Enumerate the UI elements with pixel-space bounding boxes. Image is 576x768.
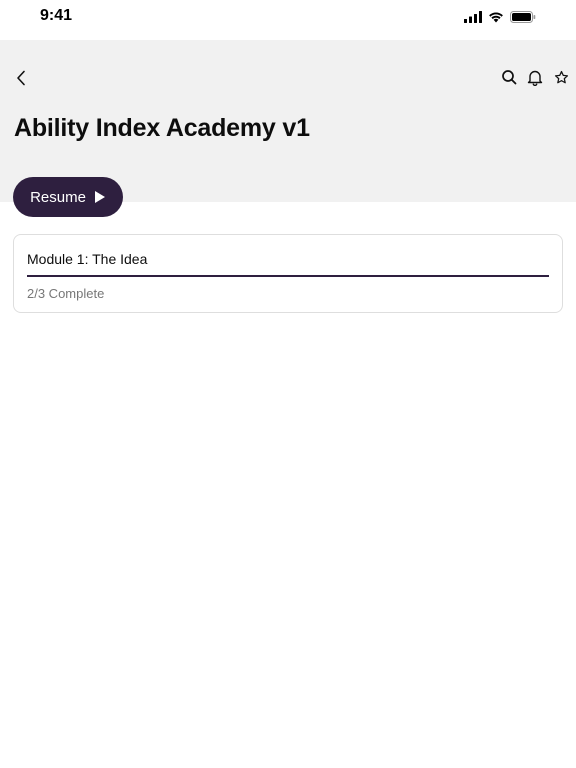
back-button[interactable] (10, 67, 32, 89)
wifi-icon (488, 10, 504, 28)
resume-button-label: Resume (30, 188, 86, 206)
module-title: Module 1: The Idea (27, 251, 148, 267)
play-icon (94, 191, 105, 203)
module-card[interactable]: Module 1: The Idea 2/3 Complete (13, 234, 563, 313)
search-icon[interactable] (500, 68, 518, 86)
bell-icon[interactable] (526, 68, 544, 86)
status-bar: 9:41 (0, 0, 576, 40)
battery-icon (510, 10, 536, 28)
module-progress-fill (27, 275, 549, 277)
header-actions (500, 68, 570, 86)
page-title: Ability Index Academy v1 (14, 114, 310, 142)
chevron-left-icon (17, 70, 25, 86)
status-time: 9:41 (40, 7, 73, 24)
resume-button[interactable]: Resume (13, 177, 123, 217)
module-status: 2/3 Complete (27, 286, 105, 301)
status-icons (464, 10, 536, 28)
cellular-signal-icon (464, 10, 482, 28)
star-icon[interactable] (552, 68, 570, 86)
module-progress-bar (27, 275, 549, 277)
